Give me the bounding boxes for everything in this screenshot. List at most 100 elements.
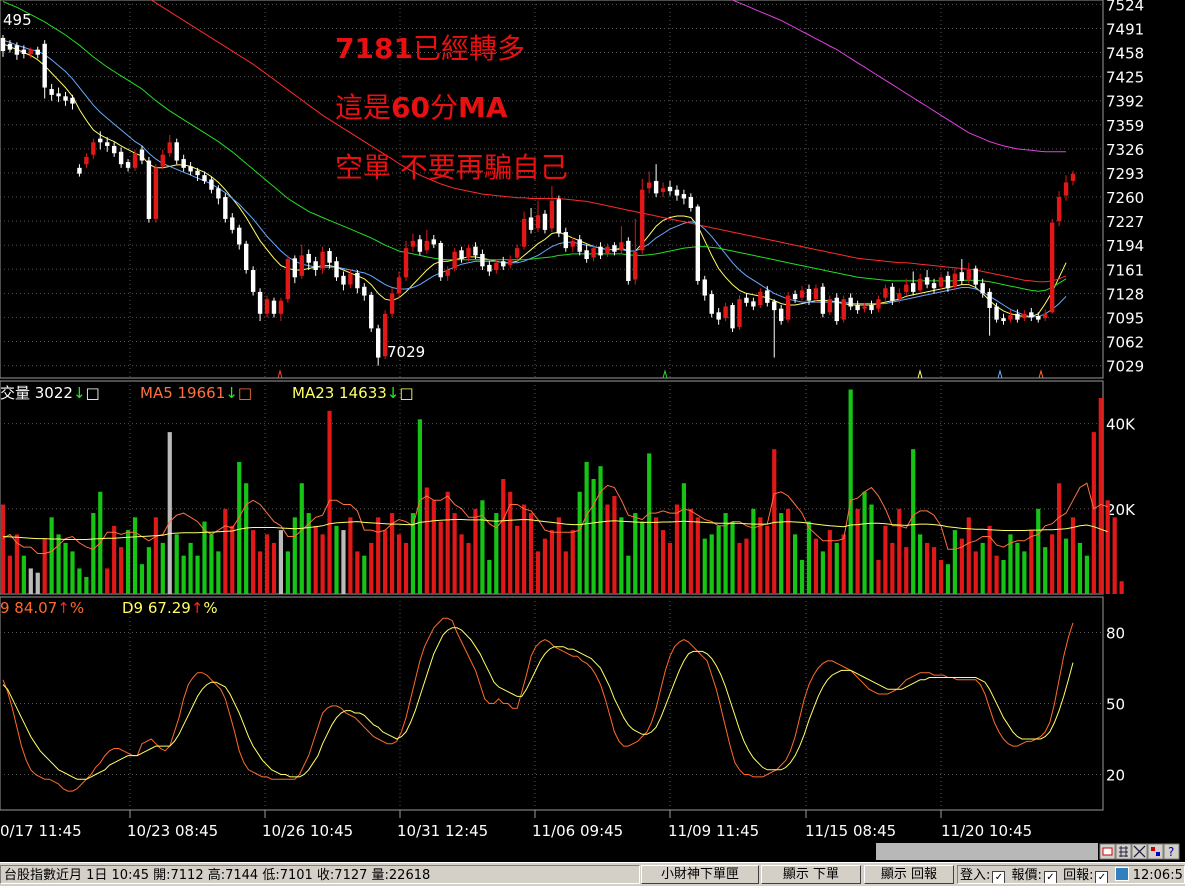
volume-bar [869, 504, 874, 594]
volume-bar [139, 564, 145, 594]
report-checkbox[interactable]: ✓ [1095, 871, 1109, 883]
candle-body [653, 180, 659, 194]
volume-bar [980, 542, 985, 594]
volume-bar [1091, 432, 1096, 594]
volume-bar [667, 542, 673, 594]
show-report-button[interactable]: 顯示 回報 [864, 865, 954, 884]
y-tick-label: 7491 [1106, 20, 1144, 38]
order-box-button[interactable]: 小財神下單匣 [641, 865, 759, 884]
horizontal-scrollbar[interactable]: ? [0, 843, 1185, 860]
volume-bar [799, 559, 805, 594]
volume-bar [897, 508, 902, 594]
candle-body [542, 213, 548, 230]
candle-body [174, 142, 179, 161]
volume-bar [626, 555, 631, 594]
volume-bar [758, 517, 763, 594]
volume-bar [1112, 517, 1117, 594]
candle-body [452, 251, 457, 269]
volume-bar [1022, 551, 1027, 594]
candle-body [7, 43, 13, 50]
login-label: 登入: [960, 868, 991, 883]
volume-bar [21, 555, 26, 594]
candle-body [514, 248, 520, 258]
color-tool-icon[interactable] [1147, 843, 1164, 860]
candle-body [264, 299, 270, 314]
candle-body [257, 291, 263, 314]
candle-body [480, 253, 485, 267]
candle-body [904, 284, 909, 292]
vol-arrow-down-icon: ↓ [73, 384, 86, 402]
candle-body [306, 253, 311, 263]
candle-body [445, 270, 450, 276]
volume-bar [487, 559, 492, 594]
y-tick-label: 7359 [1106, 117, 1144, 135]
annotation-2-number: 60 [391, 91, 430, 124]
volume-bar [918, 534, 923, 594]
candle-body [473, 246, 478, 256]
candle-body [626, 240, 631, 281]
candle-body [167, 142, 172, 154]
volume-bar [737, 542, 742, 594]
candle-body [1056, 197, 1062, 222]
volume-bar [278, 530, 284, 594]
quote-readout: 台股指數近月 1日 10:45 開:7112 高:7144 低:7101 收:7… [0, 865, 640, 884]
x-tick-label: 10/23 08:45 [127, 822, 218, 840]
candle-body [730, 305, 735, 329]
candle-body [570, 240, 575, 247]
volume-bar [515, 525, 520, 594]
volume-bar [77, 568, 82, 594]
annotation-line-2: 這是60分MA [335, 91, 508, 124]
candle-body [299, 255, 304, 276]
candle-body [1049, 222, 1055, 313]
candle-body [459, 250, 464, 260]
candle-body [792, 294, 798, 300]
volume-bar [223, 508, 228, 594]
y-tick-label: 7062 [1106, 334, 1144, 352]
y-tick-label: 7029 [1106, 358, 1144, 376]
volume-bar [459, 534, 464, 594]
candle-body [702, 279, 707, 296]
volume-bar [153, 517, 158, 594]
candle-body [501, 261, 506, 267]
candle-body [945, 275, 951, 289]
candle-body [313, 261, 318, 270]
candle-body [681, 194, 687, 199]
volume-bar [49, 517, 54, 594]
volume-bar [605, 504, 610, 594]
quote-checkbox[interactable]: ✓ [1043, 871, 1057, 883]
candle-body [84, 156, 89, 165]
d-pct: % [203, 599, 217, 617]
volume-bar [570, 530, 575, 594]
candle-body [612, 245, 617, 252]
show-order-button[interactable]: 顯示 下單 [761, 865, 861, 884]
login-checkbox[interactable]: ✓ [992, 871, 1006, 883]
candle-body [834, 297, 839, 322]
x-tick-label: 11/20 10:45 [941, 822, 1032, 840]
candle-body [1063, 182, 1069, 196]
volume-bar [619, 517, 624, 594]
candle-body [869, 305, 874, 311]
volume-bar [695, 517, 700, 594]
candle-body [924, 277, 930, 285]
volume-legend: 交量 3022↓□ [0, 384, 100, 402]
volume-bar [119, 547, 124, 594]
candle-body [21, 49, 27, 54]
y-tick-label: 50 [1106, 696, 1125, 714]
candle-body [709, 294, 714, 314]
candle-body [695, 206, 701, 281]
ma5-box-icon: □ [238, 384, 252, 402]
volume-bar [125, 530, 131, 594]
volume-bar [528, 513, 534, 594]
help-icon: ? [1168, 845, 1174, 859]
volume-bar [647, 453, 652, 594]
volume-bar [431, 500, 436, 594]
volume-bar [494, 513, 499, 594]
volume-bar [542, 538, 548, 594]
zoom-icon [1102, 847, 1113, 856]
scrollbar-thumb[interactable] [876, 843, 1098, 860]
candle-body [438, 243, 443, 278]
volume-bar [716, 525, 721, 594]
volume-bar [438, 521, 443, 594]
volume-bar [1029, 530, 1034, 594]
candle-body [230, 217, 235, 230]
